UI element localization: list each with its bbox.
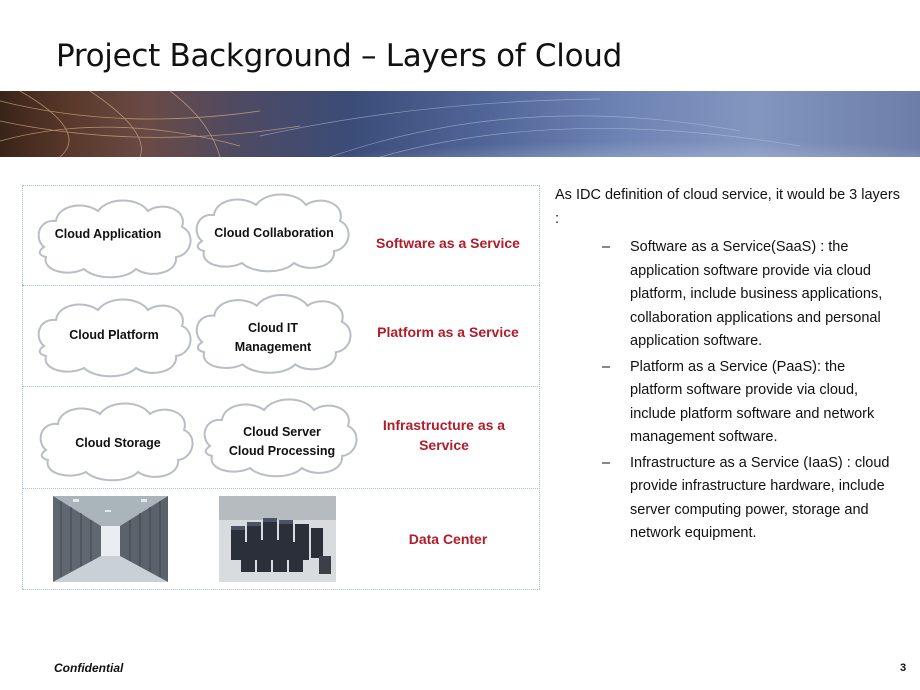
header-banner [0, 91, 920, 157]
cloud-layers-table: Cloud Application Cloud Collaboration So… [22, 185, 540, 590]
bullet-saas: – Software as a Service(SaaS) : the appli… [555, 236, 900, 354]
confidential-label: Confidential [54, 661, 124, 675]
slide-title: Project Background – Layers of Cloud [56, 38, 622, 74]
cloud-storage-label: Cloud Storage [75, 436, 161, 450]
layer-label-saas: Software as a Service [376, 235, 520, 251]
cloud-it-management-label: Cloud IT Management [234, 321, 312, 354]
bullet-paas: – Platform as a Service (PaaS): the platf… [555, 356, 900, 450]
layer-label-paas: Platform as a Service [377, 324, 519, 340]
server-aisle-photo [53, 496, 168, 582]
dash-icon: – [602, 358, 611, 375]
table-left-border [22, 185, 23, 589]
bullet-paas-text: Platform as a Service (PaaS): the platfo… [630, 358, 875, 446]
bullet-iaas: – Infrastructure as a Service (IaaS) : cl… [555, 452, 900, 546]
bullet-iaas-text: Infrastructure as a Service (IaaS) : clo… [630, 454, 890, 542]
description-intro: As IDC definition of cloud service, it w… [555, 187, 900, 227]
description-panel: As IDC definition of cloud service, it w… [555, 184, 900, 548]
server-racks-photo [219, 496, 336, 582]
dash-icon: – [602, 239, 611, 255]
bullet-saas-text: Software as a Service(SaaS) : the applic… [630, 239, 883, 349]
table-right-border [539, 185, 540, 589]
cloud-collaboration-label: Cloud Collaboration [214, 226, 334, 240]
layer-label-iaas: Infrastructure as a Service [382, 417, 506, 453]
cloud-application-label: Cloud Application [54, 227, 162, 241]
description-bullets: – Software as a Service(SaaS) : the appli… [555, 236, 900, 546]
cloud-server-label: Cloud Server Cloud Processing [228, 425, 336, 458]
page-number: 3 [900, 662, 907, 674]
dash-icon: – [602, 454, 611, 471]
cloud-platform-label: Cloud Platform [69, 328, 159, 342]
layer-label-datacenter: Data Center [408, 531, 488, 547]
